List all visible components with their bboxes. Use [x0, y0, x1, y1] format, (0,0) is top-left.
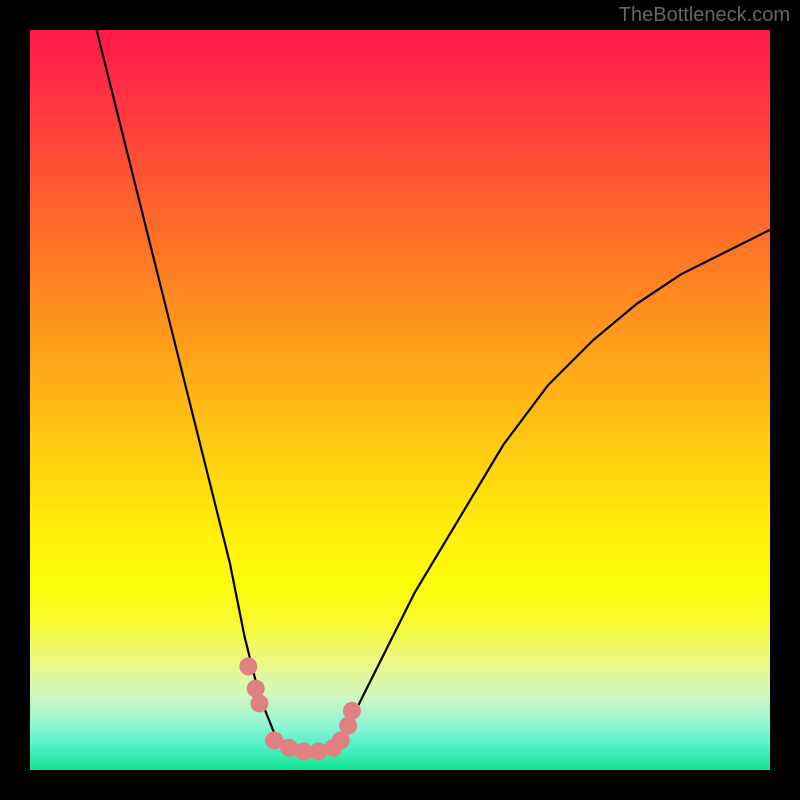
curve-svg-layer: [30, 30, 770, 770]
marker-dot: [239, 657, 257, 675]
marker-dot: [250, 694, 268, 712]
watermark-label: TheBottleneck.com: [619, 4, 790, 27]
marker-dots-group: [239, 657, 361, 760]
bottleneck-curve-line: [97, 30, 770, 755]
marker-dot: [343, 702, 361, 720]
chart-frame: TheBottleneck.com: [0, 0, 800, 800]
plot-area: [30, 30, 770, 770]
